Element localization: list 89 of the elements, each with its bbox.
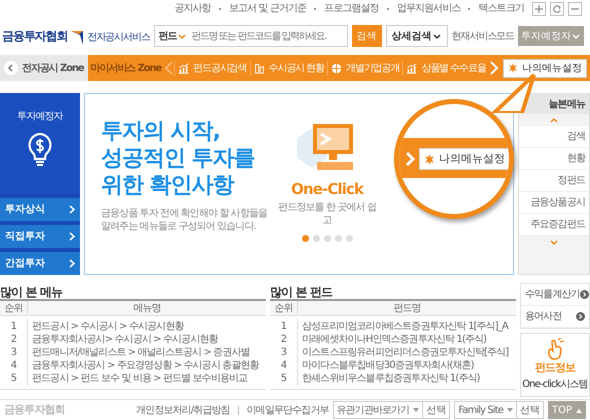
top-link[interactable]: 업무지원서비스 [396,1,460,16]
banner-description: 금융상품 투자 전에 확인해야 할 사항들을 알려주는 메뉴들로 구성되어 있습니다. [101,207,268,233]
rank-cell: 4 [0,358,28,373]
sidebar-item[interactable]: 직접투자 [0,224,80,248]
search-field[interactable]: 펀드 펀드명 또는 펀드코드를 입력하세요. [154,25,348,47]
back-icon [4,61,18,75]
next-icon[interactable] [488,61,499,75]
rank-cell: 2 [0,332,28,347]
promo-title: 펀드정보 [534,360,576,376]
globe-icon [331,62,342,74]
slide-title: One-Click [291,179,364,200]
caret-icon [576,408,582,412]
chart-icon [406,62,418,74]
footer-link[interactable]: 이메일무단수집거부 [246,402,329,418]
menu-link[interactable]: 펀드매니저/애널리스트 > 애널리스트공시 > 증권사별 [28,345,250,360]
scroll-down-icon[interactable] [549,239,559,247]
zoom-in-button[interactable] [532,2,546,16]
top-link[interactable]: 보고서 및 근거기준 [228,1,306,16]
rank-cell: 3 [0,345,28,360]
banner-headline: 투자의 시작, 성공적인 투자를 위한 확인사항 [101,118,256,199]
lightbulb-icon [27,132,53,166]
promo-card[interactable]: 펀드정보 One-click시스템 [520,333,590,396]
recent-menu-item[interactable]: 금융상품공시 [519,192,589,214]
rank-cell: 4 [270,358,298,373]
column-header: 메뉴명 [132,302,162,316]
chart-icon [178,62,190,74]
carousel-dot[interactable] [334,234,342,242]
fund-link[interactable]: 삼성프리미엄코리아베스트증권투자신탁 1[주식]_A [298,319,508,334]
menu-link[interactable]: 금융투자회사공시> 수시공시 > 수시공시현황 [28,332,218,347]
column-header: 펀드명 [392,302,422,316]
menu-link[interactable]: 펀드공시 > 펀드 보수 및 비용 > 펀드별 보수비용비교 [28,371,248,386]
fund-link[interactable]: 한셰스위비우스블루칩증권투자신탁 1(주식) [298,371,480,386]
slide-caption: 펀드정보를 한 곳에서 쉽고 [277,200,378,226]
chevron-icon [69,258,75,268]
column-header: 순위 [270,300,298,316]
logo-icon [71,31,84,45]
recent-menu-item[interactable]: 현황 [519,148,589,170]
menu-settings-button[interactable]: 나의메뉴설정 [419,148,509,170]
detail-search-button[interactable]: 상세검색 [386,25,448,47]
sidebar-title: 투자예정자 [17,110,63,124]
refresh-icon [553,4,561,12]
reset-button[interactable] [550,2,564,16]
chevron-icon [69,204,75,214]
scroll-up-icon[interactable] [549,116,559,124]
carousel-dot[interactable] [302,234,309,242]
column-header: 순위 [0,300,28,316]
section-title: 많이 본 메뉴 [0,284,64,299]
recent-menu-item[interactable]: 정펀드 [519,170,589,192]
sidebar-item[interactable]: 간접투자 [0,252,80,275]
carousel-dot[interactable] [312,234,320,242]
carousel-dot[interactable] [346,234,353,242]
carousel-dot[interactable] [324,234,331,242]
rank-cell: 1 [270,319,298,334]
top-link[interactable]: 텍스트크기 [478,1,524,16]
zone-title: 마이서비스 Zone [90,62,163,76]
previous-icon[interactable] [164,61,174,75]
mode-label: 현재서비스모드 [452,30,514,44]
fund-link[interactable]: 미래에셋차이나H인덱스증권투자신탁 1(주식) [298,332,486,347]
logo-subtitle: 전자공시서비스 [87,31,150,45]
chevron-icon [405,151,415,167]
rank-cell: 5 [0,371,28,386]
category-select[interactable]: 펀드 [154,28,191,44]
hand-icon [545,338,565,360]
rank-cell: 5 [270,371,298,386]
recent-menu-item[interactable]: 주요증감펀드 [519,214,589,236]
rank-cell: 1 [0,319,28,334]
building-icon [254,62,265,74]
zoom-out-button[interactable] [568,2,582,16]
recent-menu-item[interactable]: 검색 [519,126,589,148]
menu-link[interactable]: 금융투자회사공시 > 주요경영상황 > 수시공시 총괄현황 [28,358,259,373]
footer-logo: 금융투자협회 [3,402,65,418]
promo-subtitle: One-click시스템 [522,378,588,392]
rank-cell: 2 [270,332,298,347]
arrow-icon [580,290,589,299]
chevron-icon [69,232,75,241]
top-link[interactable]: 프로그램설정 [324,1,379,16]
zone-tab[interactable]: 전자공시 Zone [0,55,88,81]
menu-link[interactable]: 펀드공시 > 수시공시 > 수시공시현황 [28,319,184,334]
menu-settings-button[interactable]: 나의메뉴설정 [502,58,587,78]
arrow-icon [576,312,585,321]
logo-text: 금융투자협회 [2,28,68,45]
fund-link[interactable]: 마이다스블루칩배당30증권투자회사(채혼) [298,358,474,373]
top-link[interactable]: 공지사항 [174,1,211,16]
plus-icon [535,4,543,12]
section-title: 많이 본 펀드 [270,284,334,299]
rank-cell: 3 [270,345,298,360]
sidebar-item[interactable]: 투자상식 [0,198,80,221]
fund-link[interactable]: 이스트스프링유러피언리더스증권모투자신탁[주식] [298,345,508,360]
footer-link[interactable]: 개인정보처리/취급방침 [136,402,230,418]
